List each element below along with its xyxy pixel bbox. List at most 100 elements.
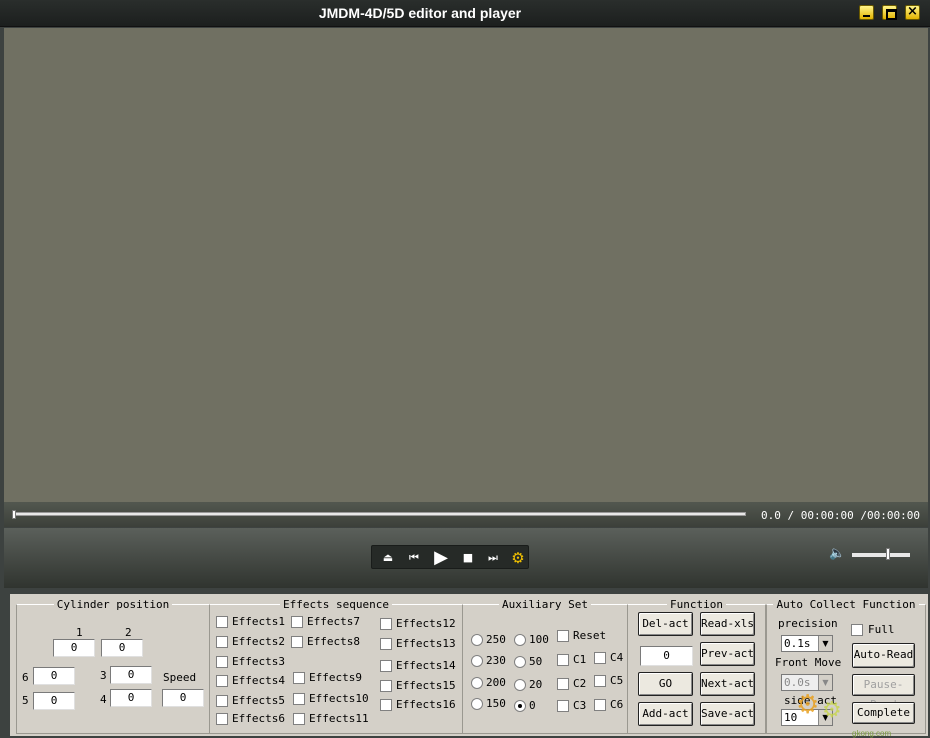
reset-label: Reset	[573, 629, 607, 642]
c1-checkbox[interactable]	[557, 654, 569, 666]
effects10-checkbox[interactable]	[293, 693, 305, 705]
aux-radio-50[interactable]	[514, 656, 526, 668]
effects6-label: Effects6	[232, 712, 285, 725]
effects9-label: Effects9	[309, 671, 362, 684]
effects10-label: Effects10	[309, 692, 369, 705]
c2-checkbox[interactable]	[557, 678, 569, 690]
control-panel: Cylinder position 1 2 0 0 6 0 3 0 Speed …	[10, 594, 928, 736]
c2-label: C2	[573, 677, 587, 690]
effects1-checkbox[interactable]	[216, 616, 228, 628]
cyl-2-label: 2	[125, 626, 132, 639]
next-icon[interactable]: ⏭	[481, 546, 505, 570]
volume-thumb[interactable]	[886, 548, 890, 560]
full-checkbox[interactable]	[851, 624, 863, 636]
precision-select[interactable]: 0.1s ▼	[781, 635, 833, 652]
effects8-checkbox[interactable]	[291, 636, 303, 648]
effects7-checkbox[interactable]	[291, 616, 303, 628]
c4-label: C4	[610, 651, 624, 664]
stop-icon[interactable]: ■	[456, 546, 480, 570]
effects14-label: Effects14	[396, 659, 456, 672]
chevron-down-icon: ▼	[818, 636, 832, 651]
function-legend: Function	[670, 598, 723, 611]
cyl-6-field[interactable]: 0	[33, 667, 75, 685]
full-label: Full	[868, 623, 895, 636]
cyl-5-label: 5	[22, 694, 29, 707]
video-area[interactable]	[4, 28, 928, 502]
effects15-checkbox[interactable]	[380, 680, 392, 692]
c1-label: C1	[573, 653, 587, 666]
minimize-button[interactable]	[859, 5, 874, 20]
time-readout: 0.0 / 00:00:00 /00:00:00	[761, 509, 920, 522]
c5-checkbox[interactable]	[594, 675, 606, 687]
aux-radio-230[interactable]	[471, 655, 483, 667]
cyl-1-label: 1	[76, 626, 83, 639]
effects4-checkbox[interactable]	[216, 675, 228, 687]
effects5-label: Effects5	[232, 694, 285, 707]
effects2-checkbox[interactable]	[216, 636, 228, 648]
aux-radio-200[interactable]	[471, 677, 483, 689]
go-button[interactable]: GO	[638, 672, 693, 696]
cyl-5-field[interactable]: 0	[33, 692, 75, 710]
effects12-label: Effects12	[396, 617, 456, 630]
title-bar: JMDM-4D/5D editor and player ×	[0, 0, 930, 27]
c4-checkbox[interactable]	[594, 652, 606, 664]
reset-checkbox[interactable]	[557, 630, 569, 642]
close-button[interactable]: ×	[905, 4, 920, 20]
c6-checkbox[interactable]	[594, 699, 606, 711]
save-act-button[interactable]: Save-act	[700, 702, 755, 726]
cyl-6-label: 6	[22, 671, 29, 684]
act-number-field[interactable]: 0	[640, 646, 693, 666]
effects16-label: Effects16	[396, 698, 456, 711]
effects13-checkbox[interactable]	[380, 638, 392, 650]
speed-label: Speed	[163, 671, 197, 684]
maximize-button[interactable]	[882, 5, 897, 20]
seek-thumb[interactable]	[12, 510, 16, 519]
effects16-checkbox[interactable]	[380, 699, 392, 711]
auto-read-button[interactable]: Auto-Read	[852, 643, 915, 668]
speed-field[interactable]: 0	[162, 689, 204, 707]
next-act-button[interactable]: Next-act	[700, 672, 755, 696]
gear-icon: ⚙	[822, 698, 842, 723]
aux-radio-100[interactable]	[514, 634, 526, 646]
effects7-label: Effects7	[307, 615, 360, 628]
aux-0-label: 0	[529, 699, 536, 712]
eject-icon[interactable]: ⏏	[376, 546, 400, 570]
effects3-label: Effects3	[232, 655, 285, 668]
aux-radio-20[interactable]	[514, 679, 526, 691]
effects4-label: Effects4	[232, 674, 285, 687]
settings-gear-icon[interactable]: ⚙	[506, 546, 530, 570]
prev-act-button[interactable]: Prev-act	[700, 642, 755, 666]
effects11-checkbox[interactable]	[293, 713, 305, 725]
front-move-label: Front Move	[775, 656, 842, 669]
watermark-text: gkong.com	[852, 729, 892, 738]
seek-bar: 0.0 / 00:00:00 /00:00:00	[4, 502, 928, 527]
aux-230-label: 230	[486, 654, 506, 667]
cyl-1-field[interactable]: 0	[53, 639, 95, 657]
aux-radio-0[interactable]	[514, 700, 526, 712]
read-xls-button[interactable]: Read-xls	[700, 612, 755, 636]
play-icon[interactable]: ▶	[429, 546, 453, 570]
seek-track[interactable]	[12, 512, 746, 516]
cyl-3-field[interactable]: 0	[110, 666, 152, 684]
cyl-2-field[interactable]: 0	[101, 639, 143, 657]
effects12-checkbox[interactable]	[380, 618, 392, 630]
effects14-checkbox[interactable]	[380, 660, 392, 672]
add-act-button[interactable]: Add-act	[638, 702, 693, 726]
effects5-checkbox[interactable]	[216, 695, 228, 707]
volume-icon[interactable]: 🔈	[829, 546, 845, 561]
playback-controls: ⏏ ⏮ ▶ ■ ⏭ ⚙ 🔈	[4, 528, 928, 588]
volume-track[interactable]	[852, 553, 910, 557]
previous-icon[interactable]: ⏮	[402, 546, 426, 570]
cylinder-legend: Cylinder position	[56, 598, 170, 611]
aux-250-label: 250	[486, 633, 506, 646]
effects-legend: Effects sequence	[283, 598, 389, 611]
del-act-button[interactable]: Del-act	[638, 612, 693, 636]
effects3-checkbox[interactable]	[216, 656, 228, 668]
aux-radio-150[interactable]	[471, 698, 483, 710]
effects9-checkbox[interactable]	[293, 672, 305, 684]
effects6-checkbox[interactable]	[216, 713, 228, 725]
aux-radio-250[interactable]	[471, 634, 483, 646]
cyl-4-field[interactable]: 0	[110, 689, 152, 707]
c3-checkbox[interactable]	[557, 700, 569, 712]
playback-buttons: ⏏ ⏮ ▶ ■ ⏭ ⚙	[371, 545, 529, 569]
